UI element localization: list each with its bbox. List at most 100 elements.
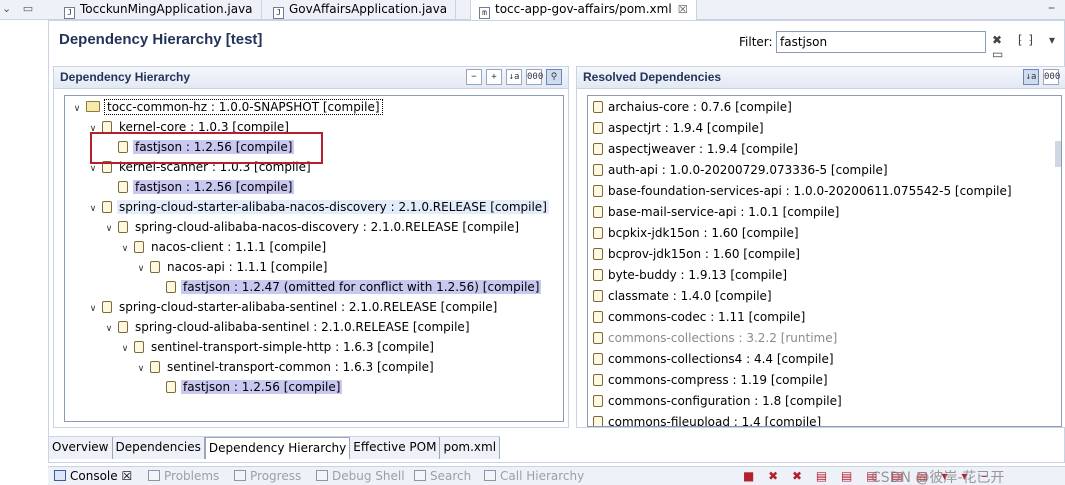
close-icon[interactable]: ☒: [121, 469, 132, 483]
filter-toolbar[interactable]: ✖ ⁅⁆ ▾ ▭: [992, 33, 1064, 61]
sort-icon[interactable]: ↓a: [1023, 69, 1039, 85]
list-item[interactable]: auth-api : 1.0.0-20200729.073336-5 [comp…: [590, 160, 888, 181]
pane-title: Dependency Hierarchy: [60, 70, 191, 84]
scrollbar-thumb[interactable]: [1055, 141, 1061, 167]
tab-label: GovAffairsApplication.java: [289, 2, 448, 16]
list-item[interactable]: bcpkix-jdk15on : 1.60 [compile]: [590, 223, 799, 244]
jar-icon: [593, 269, 603, 281]
collapse-all-icon[interactable]: −: [466, 69, 482, 85]
jar-icon: [102, 301, 112, 313]
list-item[interactable]: commons-compress : 1.19 [compile]: [590, 370, 828, 391]
tree-node-label: sentinel-transport-simple-http : 1.6.3 […: [151, 340, 434, 354]
tree-node[interactable]: ∨ tocc-common-hz : 1.0.0-SNAPSHOT [compil…: [71, 98, 383, 117]
list-item[interactable]: aspectjweaver : 1.9.4 [compile]: [590, 139, 798, 160]
list-item[interactable]: base-foundation-services-api : 1.0.0-202…: [590, 181, 1012, 202]
list-item[interactable]: commons-fileupload : 1.4 [compile]: [590, 412, 821, 426]
list-item[interactable]: bcprov-jdk15on : 1.60 [compile]: [590, 244, 800, 265]
minimize-icon[interactable]: –: [1048, 0, 1055, 16]
filter-input[interactable]: [776, 31, 986, 53]
pane-header: Resolved Dependencies ↓a 000: [577, 67, 1065, 89]
chevron-down-icon[interactable]: ∨: [87, 300, 99, 319]
jar-icon: [118, 321, 128, 333]
view-label: Call Hierarchy: [500, 469, 585, 483]
list-item-label: bcprov-jdk15on : 1.60 [compile]: [608, 247, 800, 261]
resolved-list[interactable]: archaius-core : 0.7.6 [compile] aspectjrt…: [587, 95, 1062, 427]
tree-node[interactable]: ∨ spring-cloud-alibaba-sentinel : 2.1.0.R…: [103, 318, 472, 337]
tree-node[interactable]: ∨ spring-cloud-starter-alibaba-sentinel :…: [87, 298, 499, 317]
chevron-down-icon[interactable]: ∨: [103, 320, 115, 339]
jar-icon: [593, 164, 603, 176]
list-item-label: byte-buddy : 1.9.13 [compile]: [608, 268, 788, 282]
list-item[interactable]: commons-codec : 1.11 [compile]: [590, 307, 805, 328]
list-item[interactable]: archaius-core : 0.7.6 [compile]: [590, 97, 792, 118]
jar-icon: [102, 201, 112, 213]
tree-node[interactable]: ∨ spring-cloud-alibaba-nacos-discovery : …: [103, 218, 521, 237]
tab-tocckunming-application[interactable]: J TocckunMingApplication.java: [56, 0, 262, 20]
tree-node-label: nacos-api : 1.1.1 [compile]: [167, 260, 328, 274]
chevron-down-icon[interactable]: ∨: [87, 200, 99, 219]
close-icon[interactable]: ☒: [678, 3, 688, 16]
page-title: Dependency Hierarchy [test]: [59, 31, 263, 48]
tree-node-label: fastjson : 1.2.56 [compile]: [181, 380, 343, 394]
chevron-down-icon[interactable]: ∨: [135, 260, 147, 279]
jar-icon: [166, 381, 176, 393]
tab-console[interactable]: Console ☒: [54, 469, 132, 483]
tab-dependency-hierarchy[interactable]: Dependency Hierarchy: [204, 437, 351, 459]
tree-node[interactable]: ∨ nacos-client : 1.1.1 [compile]: [119, 238, 328, 257]
tab-call-hierarchy[interactable]: Call Hierarchy: [484, 469, 584, 483]
tree-node-label: nacos-client : 1.1.1 [compile]: [151, 240, 327, 254]
chevron-down-icon[interactable]: ∨: [135, 360, 147, 379]
tab-label: TocckunMingApplication.java: [80, 2, 253, 16]
tab-dependencies[interactable]: Dependencies: [112, 437, 205, 459]
resolved-toolbar: ↓a 000: [1023, 69, 1060, 85]
tree-node-label: spring-cloud-starter-alibaba-nacos-disco…: [117, 200, 549, 214]
tab-pom-xml-source[interactable]: pom.xml: [440, 437, 501, 459]
tab-search[interactable]: Search: [414, 469, 471, 483]
tree-node[interactable]: fastjson : 1.2.56 [compile]: [103, 178, 295, 197]
tab-pom-xml[interactable]: m tocc-app-gov-affairs/pom.xml ☒: [470, 0, 697, 20]
call-hierarchy-icon: [484, 470, 496, 481]
tab-progress[interactable]: Progress: [234, 469, 301, 483]
list-item[interactable]: classmate : 1.4.0 [compile]: [590, 286, 772, 307]
jar-icon: [593, 101, 603, 113]
progress-icon: [234, 470, 246, 481]
list-item-label: auth-api : 1.0.0-20200729.073336-5 [comp…: [608, 163, 888, 177]
list-item[interactable]: commons-collections : 3.2.2 [runtime]: [590, 328, 837, 349]
list-item[interactable]: commons-collections4 : 4.4 [compile]: [590, 349, 834, 370]
show-group-id-icon[interactable]: 000: [526, 69, 543, 85]
tab-debug-shell[interactable]: Debug Shell: [316, 469, 405, 483]
view-label: Debug Shell: [332, 469, 405, 483]
tree-node[interactable]: ∨ spring-cloud-starter-alibaba-nacos-disc…: [87, 198, 549, 217]
chevron-down-icon[interactable]: ∨: [103, 220, 115, 239]
tree-node-label: fastjson : 1.2.56 [compile]: [133, 180, 295, 194]
pom-editor: Dependency Hierarchy [test] Filter: ✖ ⁅⁆…: [48, 20, 1065, 463]
sort-icon[interactable]: ↓a: [506, 69, 522, 85]
expand-all-icon[interactable]: +: [486, 69, 502, 85]
filter-label: Filter:: [739, 35, 773, 49]
tab-govaffairs-application[interactable]: J GovAffairsApplication.java: [265, 0, 457, 20]
chevron-down-icon[interactable]: ∨: [119, 340, 131, 359]
list-item[interactable]: aspectjrt : 1.9.4 [compile]: [590, 118, 764, 139]
tab-overview[interactable]: Overview: [49, 437, 113, 459]
tree-node[interactable]: fastjson : 1.2.56 [compile]: [151, 378, 343, 397]
chevron-down-icon[interactable]: ∨: [119, 240, 131, 259]
list-item[interactable]: base-mail-service-api : 1.0.1 [compile]: [590, 202, 839, 223]
chevron-down-icon[interactable]: ∨: [71, 100, 83, 119]
list-item[interactable]: byte-buddy : 1.9.13 [compile]: [590, 265, 787, 286]
list-item[interactable]: commons-configuration : 1.8 [compile]: [590, 391, 842, 412]
pom-editor-pages: Overview Dependencies Dependency Hierarc…: [49, 436, 501, 459]
console-icon: [54, 470, 66, 481]
tab-problems[interactable]: Problems: [148, 469, 219, 483]
filter-toggle-icon[interactable]: ⚲: [546, 69, 562, 85]
tree-node[interactable]: ∨ sentinel-transport-simple-http : 1.6.3 …: [119, 338, 436, 357]
view-menu-icons[interactable]: ⌄ ▭: [2, 2, 37, 15]
tree-node[interactable]: fastjson : 1.2.47 (omitted for conflict …: [151, 278, 542, 297]
list-item-label: commons-codec : 1.11 [compile]: [608, 310, 806, 324]
tree-node[interactable]: ∨ nacos-api : 1.1.1 [compile]: [135, 258, 329, 277]
tab-effective-pom[interactable]: Effective POM: [350, 437, 441, 459]
list-item-label: archaius-core : 0.7.6 [compile]: [608, 100, 792, 114]
annotation-highlight-box: [90, 132, 323, 164]
jar-icon: [593, 122, 603, 134]
tree-node[interactable]: ∨ sentinel-transport-common : 1.6.3 [comp…: [135, 358, 436, 377]
show-group-id-icon[interactable]: 000: [1043, 69, 1060, 85]
